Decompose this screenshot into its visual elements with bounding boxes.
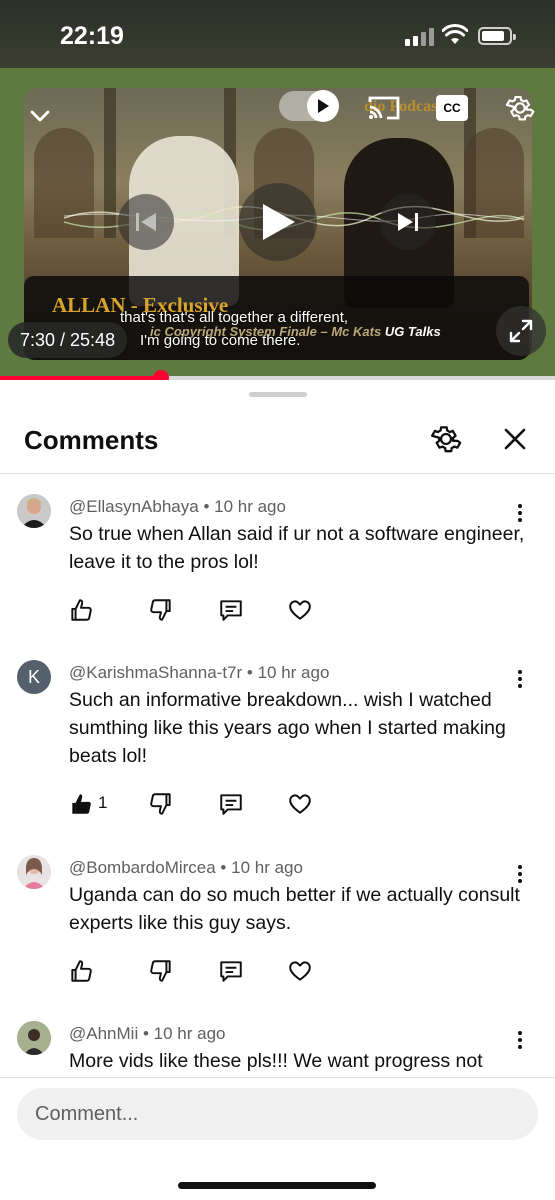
fullscreen-button[interactable] [496, 306, 546, 356]
cc-icon[interactable]: CC [436, 95, 468, 121]
comment-actions: 1 [66, 789, 326, 819]
avatar[interactable] [17, 1021, 51, 1055]
comment-time: 10 hr ago [153, 1024, 226, 1043]
thumbs-up-icon [72, 794, 91, 814]
more-vert-icon[interactable] [510, 1025, 530, 1055]
comment-meta: @EllasynAbhaya • 10 hr ago [69, 497, 286, 516]
comment-actions [66, 595, 326, 625]
comment-item: @AhnMii • 10 hr ago More vids like these… [0, 1017, 555, 1077]
dislike-button[interactable] [146, 956, 176, 986]
like-count: 1 [98, 793, 108, 812]
play-button[interactable] [239, 183, 317, 261]
wifi-icon [442, 24, 468, 44]
reply-icon [220, 600, 242, 621]
drag-handle[interactable] [249, 392, 307, 397]
more-vert-icon[interactable] [510, 664, 530, 694]
avatar[interactable]: K [17, 660, 51, 694]
heart-button[interactable] [285, 595, 315, 625]
comment-input[interactable]: Comment... [17, 1088, 538, 1140]
home-indicator [178, 1182, 376, 1189]
status-time: 22:19 [60, 22, 124, 50]
like-button[interactable] [66, 789, 96, 819]
comment-actions [66, 956, 326, 986]
comment-meta: @BombardoMircea • 10 hr ago [69, 858, 303, 877]
thumbs-down-icon [150, 960, 171, 982]
comment-time: 10 hr ago [257, 663, 330, 682]
header-divider [0, 473, 555, 474]
settings-gear-icon[interactable] [504, 92, 536, 124]
comment-author[interactable]: @AhnMii [69, 1024, 138, 1043]
heart-icon [289, 794, 311, 814]
thumbs-down-icon [150, 793, 171, 815]
previous-button[interactable] [118, 194, 174, 250]
comment-composer: Comment... [0, 1077, 555, 1200]
heart-button[interactable] [285, 789, 315, 819]
reply-icon [220, 794, 242, 815]
comment-author[interactable]: @EllasynAbhaya [69, 497, 199, 516]
like-button[interactable] [66, 956, 96, 986]
reply-button[interactable] [216, 956, 246, 986]
caption-line-2: I'm going to come there. [140, 332, 301, 349]
dislike-button[interactable] [146, 595, 176, 625]
heart-icon [289, 961, 311, 981]
fullscreen-icon [509, 319, 533, 343]
avatar[interactable] [17, 494, 51, 528]
reply-button[interactable] [216, 595, 246, 625]
autoplay-toggle[interactable] [279, 90, 339, 122]
comment-text: So true when Allan said if ur not a soft… [69, 523, 525, 573]
comment-meta: @AhnMii • 10 hr ago [69, 1024, 226, 1043]
battery-icon [478, 27, 516, 45]
comment-text: More vids like these pls!!! We want prog… [69, 1050, 483, 1072]
comment-meta: @KarishmaShanna-t7r • 10 hr ago [69, 663, 330, 682]
reply-button[interactable] [216, 789, 246, 819]
signal-icon [405, 28, 435, 46]
banner-subtitle-bold: UG Talks [384, 324, 441, 339]
more-vert-icon[interactable] [510, 498, 530, 528]
dislike-button[interactable] [146, 789, 176, 819]
thumbs-up-icon [71, 599, 92, 621]
reply-icon [220, 961, 242, 982]
autoplay-toggle-icon [307, 90, 339, 122]
video-player-area: dio Podcast CC ALLAN - Exclusive ic Copy… [0, 68, 555, 380]
comment-text: Such an informative breakdown... wish I … [69, 689, 506, 767]
comment-author[interactable]: @BombardoMircea [69, 858, 216, 877]
close-icon[interactable] [500, 424, 530, 454]
heart-button[interactable] [285, 956, 315, 986]
comment-time: 10 hr ago [231, 858, 303, 877]
chevron-down-icon[interactable] [28, 106, 52, 126]
avatar[interactable] [17, 855, 51, 889]
next-icon [398, 213, 418, 231]
thumbs-up-icon [71, 960, 92, 982]
previous-icon [136, 213, 156, 231]
like-button[interactable] [66, 595, 96, 625]
comment-author[interactable]: @KarishmaShanna-t7r [69, 663, 242, 682]
next-button[interactable] [380, 194, 436, 250]
more-vert-icon[interactable] [510, 859, 530, 889]
timecode[interactable]: 7:30 / 25:48 [8, 322, 128, 358]
thumbs-down-icon [150, 599, 171, 621]
heart-icon [289, 600, 311, 620]
comment-time: 10 hr ago [214, 497, 286, 516]
comment-text: Uganda can do so much better if we actua… [69, 884, 520, 934]
cast-icon[interactable] [367, 94, 401, 122]
status-bar: 22:19 [0, 0, 555, 68]
comments-settings-icon[interactable] [429, 422, 463, 456]
sheet-title: Comments [24, 425, 159, 455]
play-icon [263, 204, 295, 240]
caption-line-1: that's that's all together a different, [120, 309, 349, 326]
